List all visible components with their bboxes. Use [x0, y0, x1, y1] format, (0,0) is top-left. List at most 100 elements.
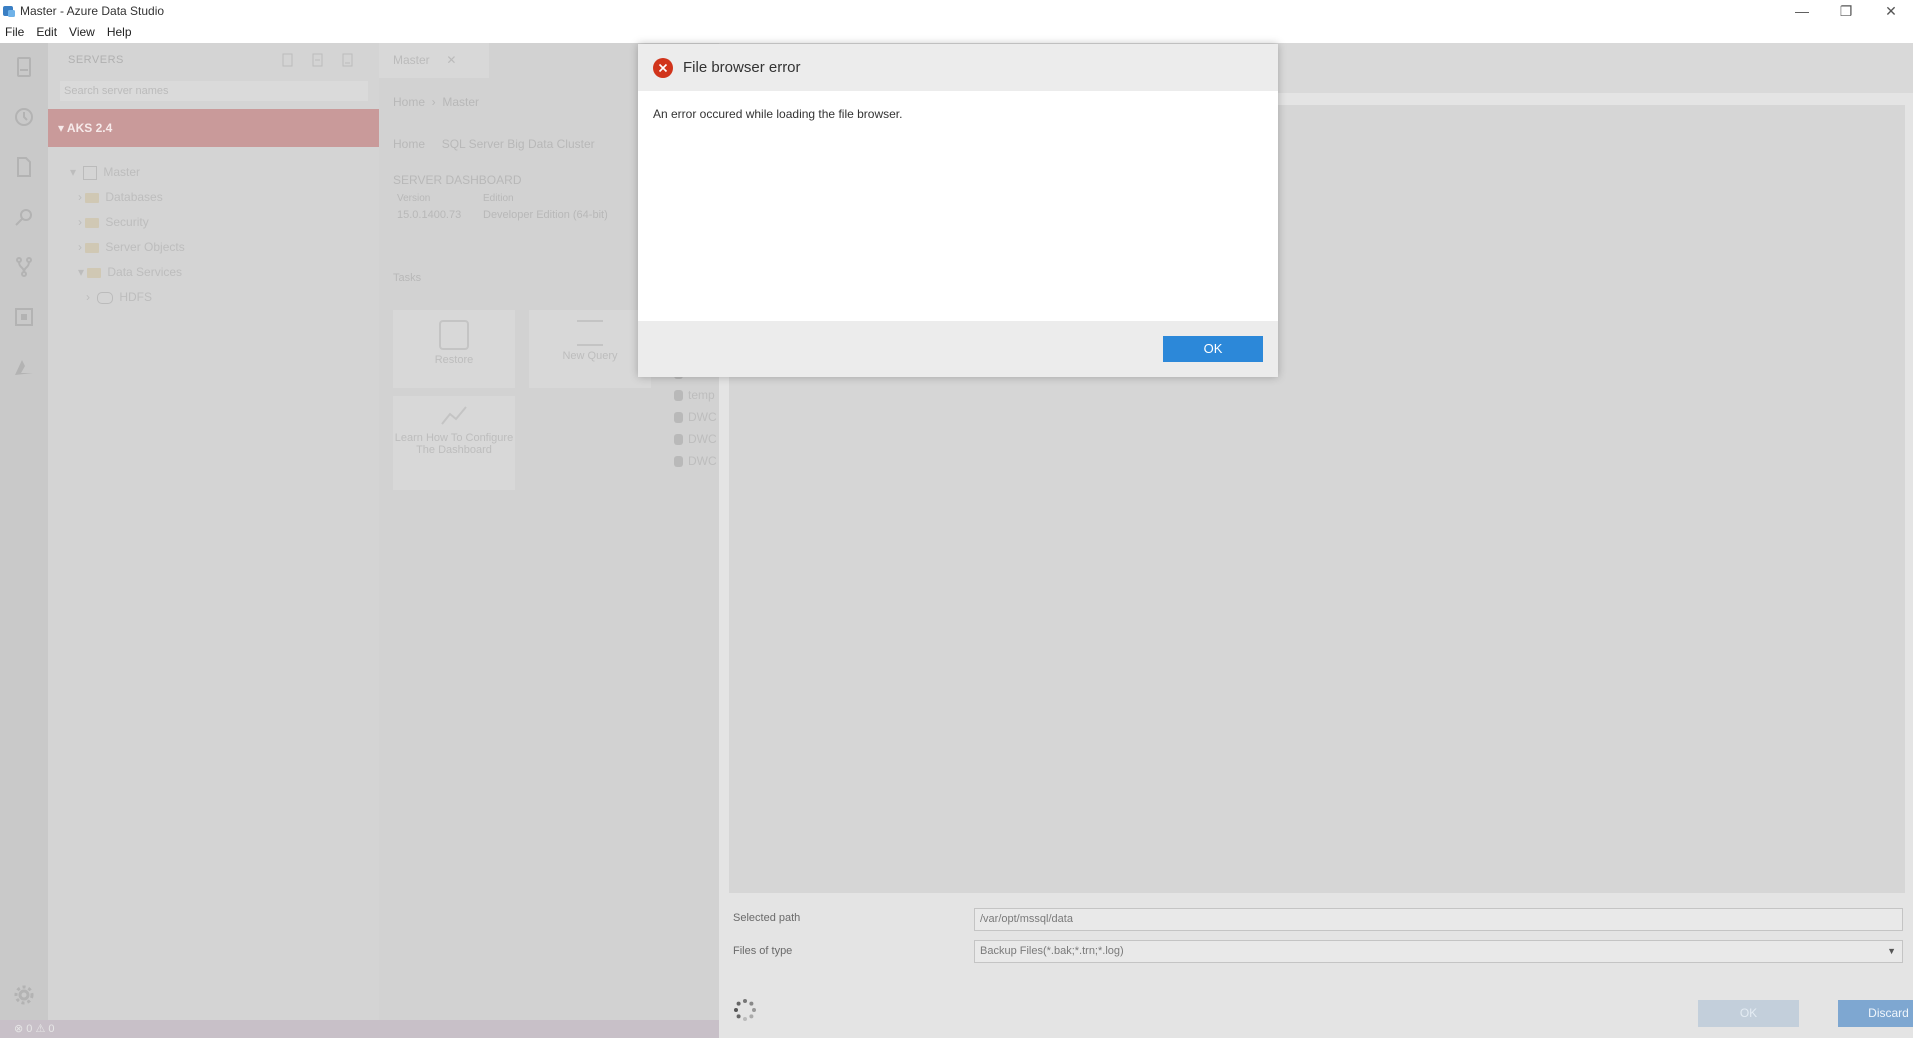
dialog-message: An error occured while loading the file … [653, 107, 903, 121]
learn-label: Learn How To Configure The Dashboard [394, 432, 514, 456]
activity-bar [0, 43, 48, 1020]
dashboard-tab-cluster[interactable]: SQL Server Big Data Cluster [442, 137, 595, 151]
sidebar-header: SERVERS [48, 43, 379, 78]
tree-item-hdfs[interactable]: › HDFS [86, 286, 152, 308]
version-label: Version [397, 193, 431, 204]
tree-item-label: Databases [105, 190, 163, 204]
server-group-header[interactable]: ▾ AKS 2.4 [48, 109, 379, 147]
tree-item-label: HDFS [119, 290, 153, 304]
cloud-icon [97, 291, 114, 304]
restore-icon [439, 320, 469, 350]
settings-gear-icon[interactable] [12, 983, 36, 1007]
menu-bar: File Edit View Help [0, 22, 1913, 43]
database-item[interactable]: DWC [674, 406, 717, 428]
new-query-label: New Query [562, 350, 618, 362]
database-label: DWC [688, 454, 717, 468]
menu-view[interactable]: View [64, 22, 102, 43]
database-label: DWC [688, 410, 717, 424]
dashboard-tab-home[interactable]: Home [393, 137, 425, 151]
version-value: 15.0.1400.73 [397, 209, 462, 221]
restore-label: Restore [434, 354, 474, 366]
explorer-icon[interactable] [12, 155, 36, 179]
tree-item-server-objects[interactable]: › Server Objects [78, 236, 185, 258]
window-title: Master - Azure Data Studio [20, 4, 165, 18]
loading-spinner-icon [734, 999, 756, 1021]
new-connection-icon[interactable] [280, 52, 296, 68]
new-group-icon[interactable] [310, 52, 326, 68]
database-item[interactable]: DWC [674, 450, 717, 472]
dialog-header: File browser error [638, 44, 1278, 91]
editor-tab-master[interactable]: Master ✕ [379, 43, 489, 78]
chart-gear-icon [440, 404, 468, 428]
source-control-icon[interactable] [12, 255, 36, 279]
database-icon [674, 456, 683, 468]
folder-icon [85, 217, 100, 228]
minimize-button[interactable]: — [1780, 0, 1824, 22]
dialog-ok-button[interactable]: OK [1163, 336, 1263, 362]
file-browser-error-dialog: File browser error An error occured whil… [638, 44, 1278, 377]
menu-edit[interactable]: Edit [31, 22, 64, 43]
servers-icon[interactable] [12, 55, 36, 79]
database-item[interactable]: temp [674, 384, 717, 406]
database-item[interactable]: DWC [674, 428, 717, 450]
folder-icon [85, 242, 100, 253]
database-list: msdb temp DWC DWC DWC [674, 362, 717, 472]
extensions-icon[interactable] [12, 305, 36, 329]
breadcrumb-home[interactable]: Home [393, 95, 425, 109]
close-tab-icon[interactable]: ✕ [446, 53, 456, 67]
files-of-type-value: Backup Files(*.bak;*.trn;*.log) [980, 945, 1124, 957]
restore-task-tile[interactable]: Restore [393, 310, 515, 388]
server-group-label: AKS 2.4 [66, 121, 113, 135]
database-icon [674, 412, 683, 424]
files-of-type-select[interactable]: Backup Files(*.bak;*.trn;*.log) ▼ [974, 940, 1903, 963]
azure-icon[interactable] [12, 355, 36, 379]
tree-item-data-services[interactable]: ▾ Data Services [78, 261, 182, 283]
tree-item-label: Data Services [107, 265, 183, 279]
dialog-title: File browser error [683, 59, 801, 76]
tree-item-security[interactable]: › Security [78, 211, 149, 233]
error-icon [653, 58, 673, 78]
database-label: DWC [688, 432, 717, 446]
file-browser-discard-button[interactable]: Discard [1838, 1000, 1913, 1027]
tree-item-label: Server Objects [105, 240, 185, 254]
database-icon [674, 434, 683, 446]
status-problems[interactable]: ⊗ 0 ⚠ 0 [0, 1023, 54, 1035]
new-query-task-tile[interactable]: New Query [529, 310, 651, 388]
dashboard-tabs: Home SQL Server Big Data Cluster [393, 137, 595, 151]
learn-dashboard-tile[interactable]: Learn How To Configure The Dashboard [393, 396, 515, 490]
breadcrumb: Home › Master [393, 95, 480, 109]
selected-path-label: Selected path [733, 912, 801, 924]
server-dashboard-heading: SERVER DASHBOARD [393, 173, 522, 187]
new-query-icon [577, 320, 603, 346]
close-window-button[interactable]: ✕ [1869, 0, 1913, 22]
tree-item-databases[interactable]: › Databases [78, 186, 163, 208]
files-of-type-label: Files of type [733, 945, 793, 957]
database-label: temp [688, 388, 715, 402]
server-search-input[interactable]: Search server names [60, 81, 368, 101]
menu-help[interactable]: Help [102, 22, 139, 43]
breadcrumb-master[interactable]: Master [442, 95, 479, 109]
selected-path-input[interactable]: /var/opt/mssql/data [974, 908, 1903, 931]
edition-value: Developer Edition (64-bit) [483, 209, 608, 221]
tree-item-master[interactable]: ▾ Master [70, 161, 140, 183]
tasks-heading: Tasks [393, 272, 422, 284]
menu-file[interactable]: File [0, 22, 31, 43]
tree-item-label: Master [103, 165, 141, 179]
servers-sidebar: SERVERS Search server names ▾ AKS 2.4 ▾ … [48, 43, 379, 1020]
active-connections-icon[interactable] [340, 52, 356, 68]
sidebar-title: SERVERS [68, 54, 124, 66]
history-icon[interactable] [12, 105, 36, 129]
dropdown-arrow-icon: ▼ [1887, 946, 1896, 956]
folder-icon [87, 267, 102, 278]
azure-data-studio-icon [3, 6, 15, 17]
tree-item-label: Security [105, 215, 149, 229]
folder-icon [85, 192, 100, 203]
search-icon[interactable] [12, 205, 36, 229]
file-browser-ok-button[interactable]: OK [1698, 1000, 1799, 1027]
edition-label: Edition [483, 193, 514, 204]
dialog-footer: OK [638, 321, 1278, 377]
status-bar: ⊗ 0 ⚠ 0 [0, 1020, 719, 1038]
server-icon [83, 165, 98, 180]
restore-button[interactable]: ❐ [1824, 0, 1868, 22]
title-bar: Master - Azure Data Studio — ❐ ✕ [0, 0, 1913, 22]
